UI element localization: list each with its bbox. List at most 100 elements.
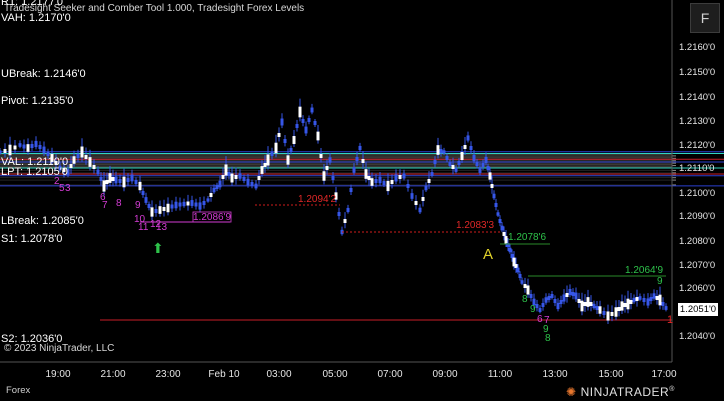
candle-body: [30, 144, 34, 148]
x-tick: Feb 10: [208, 369, 240, 380]
candle-body: [295, 124, 299, 128]
candle-body: [202, 201, 206, 205]
candle-body: [0, 150, 2, 154]
candle-body: [390, 180, 394, 184]
candle-body: [475, 162, 479, 166]
candle-body: [212, 187, 216, 193]
x-tick: 13:00: [542, 369, 568, 380]
candle-body: [310, 107, 314, 113]
candle-body: [508, 247, 512, 253]
candle-body: [556, 302, 560, 310]
candle-body: [652, 293, 656, 299]
seeker-count: 9: [135, 200, 141, 211]
candle-body: [592, 303, 596, 309]
current-price-badge: 1.2051'0: [678, 303, 718, 316]
candle-body: [361, 159, 365, 163]
y-tick: 1.2140'0: [679, 92, 716, 103]
candle-body: [632, 297, 636, 303]
seeker-count: 5: [59, 183, 65, 194]
candle-body: [150, 207, 154, 217]
ninjatrader-logo: ✺ NINJATRADER®: [566, 385, 675, 399]
candle-body: [190, 200, 194, 206]
candle-body: [460, 152, 464, 160]
candle-body: [280, 118, 284, 126]
candle-body: [166, 203, 170, 213]
y-tick: 1.2070'0: [679, 260, 716, 271]
candle-body: [186, 201, 190, 206]
candle-body: [571, 292, 575, 296]
candle-body: [144, 197, 148, 203]
candle-body: [224, 164, 228, 176]
seeker-count: 6: [537, 314, 543, 325]
float-toolbar-button[interactable]: F: [690, 3, 720, 33]
candle-body: [629, 300, 633, 304]
candle-body: [313, 121, 317, 125]
candle-body: [277, 133, 281, 137]
candle-body: [655, 296, 659, 300]
y-tick: 1.2080'0: [679, 236, 716, 247]
candle-body: [102, 180, 106, 192]
candle-body: [658, 294, 662, 306]
x-tick: 17:00: [651, 369, 677, 380]
candle-body: [130, 174, 134, 182]
candle-body: [111, 177, 115, 181]
candle-body: [218, 180, 222, 188]
candle-body: [488, 172, 492, 180]
ninjatrader-mark-icon: ✺: [566, 385, 577, 399]
right-marker-green: 9: [657, 276, 663, 287]
y-tick: 1.2130'0: [679, 116, 716, 127]
candle-body: [250, 182, 254, 186]
candle-body: [518, 274, 522, 278]
candle-body: [598, 306, 602, 314]
candle-body: [178, 202, 182, 207]
candle-body: [114, 176, 118, 184]
candle-body: [96, 169, 100, 175]
candle-body: [254, 183, 258, 189]
candle-body: [418, 207, 422, 213]
candle-body: [154, 209, 158, 213]
candle-body: [550, 294, 554, 298]
candle-body: [492, 193, 496, 199]
candle-body: [8, 144, 12, 156]
candle-body: [3, 149, 7, 153]
candle-body: [122, 176, 126, 188]
candle-body: [322, 171, 326, 181]
x-tick: 15:00: [598, 369, 624, 380]
candle-body: [99, 177, 103, 181]
candle-body: [274, 142, 278, 154]
candle-body: [162, 207, 166, 211]
y-tick: 1.2100'0: [679, 188, 716, 199]
instrument-tab[interactable]: Forex: [6, 385, 30, 396]
candle-body: [260, 166, 264, 174]
green-level-label: 1.2064'9: [625, 265, 664, 276]
candle-body: [108, 173, 112, 183]
candle-body: [170, 204, 174, 209]
candle-body: [227, 172, 231, 176]
candle-body: [337, 212, 341, 216]
seeker-count: 11: [138, 222, 149, 233]
price-chart[interactable]: [0, 0, 724, 401]
candle-body: [343, 219, 347, 223]
candle-body: [42, 146, 46, 154]
candle-body: [635, 297, 639, 301]
candle-body: [382, 181, 386, 185]
candle-body: [442, 150, 446, 154]
signal-letter-a: A: [483, 246, 494, 263]
candle-body: [364, 169, 368, 179]
candle-body: [498, 219, 502, 223]
candle-body: [126, 178, 130, 182]
candle-body: [355, 157, 359, 161]
x-tick: 19:00: [45, 369, 71, 380]
candle-body: [316, 131, 320, 141]
candle-body: [436, 145, 440, 155]
candle-body: [638, 296, 642, 300]
candle-body: [427, 179, 431, 183]
candle-body: [626, 298, 630, 310]
candle-body: [649, 297, 653, 301]
chart-background: [0, 0, 724, 401]
candle-body: [230, 173, 234, 183]
candle-body: [520, 280, 524, 284]
candle-body: [134, 180, 138, 184]
candle-body: [469, 146, 473, 150]
candle-body: [595, 306, 599, 310]
